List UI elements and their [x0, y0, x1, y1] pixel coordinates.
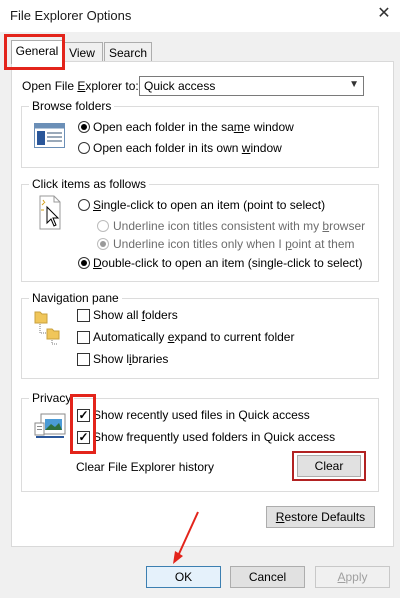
radio-underline-browser[interactable]	[97, 220, 109, 232]
navigation-pane-title: Navigation pane	[29, 291, 122, 305]
show-all-folders-label: Show all folders	[93, 308, 178, 322]
browse-folders-title: Browse folders	[29, 99, 115, 113]
radio-single-click[interactable]	[78, 199, 90, 211]
folder-tree-icon	[34, 310, 66, 346]
title-bar: File Explorer Options ✕	[0, 0, 400, 32]
single-click-label: Single-click to open an item (point to s…	[93, 198, 326, 212]
frequent-folders-label: Show frequently used folders in Quick ac…	[93, 430, 336, 444]
own-window-label: Open each folder in its own window	[93, 141, 282, 155]
window-icon	[33, 122, 66, 149]
pointer-icon	[38, 195, 64, 231]
checkbox-show-libraries[interactable]	[77, 353, 90, 366]
chevron-down-icon: ▼	[349, 79, 359, 90]
highlight-privacy-checkboxes	[70, 394, 96, 454]
browse-folders-group	[21, 106, 379, 168]
radio-same-window[interactable]	[78, 121, 90, 133]
radio-own-window[interactable]	[78, 142, 90, 154]
click-items-title: Click items as follows	[29, 177, 150, 191]
recent-files-icon	[33, 413, 67, 443]
same-window-label: Open each folder in the same window	[93, 120, 294, 134]
clear-history-label: Clear File Explorer history	[76, 460, 215, 474]
restore-defaults-button[interactable]: Restore Defaults	[266, 506, 375, 528]
window-title: File Explorer Options	[10, 8, 132, 23]
underline-browser-label: Underline icon titles consistent with my…	[113, 219, 366, 233]
highlight-clear-button	[292, 451, 366, 481]
privacy-title: Privacy	[29, 391, 75, 405]
radio-underline-point[interactable]	[97, 238, 109, 250]
tab-view-label: View	[69, 46, 95, 60]
checkbox-auto-expand[interactable]	[77, 331, 90, 344]
tab-search-label: Search	[108, 46, 148, 60]
radio-double-click[interactable]	[78, 257, 90, 269]
arrow-annotation-icon	[168, 510, 202, 566]
underline-point-label: Underline icon titles only when I point …	[113, 237, 355, 251]
recent-files-label: Show recently used files in Quick access	[93, 408, 310, 422]
auto-expand-label: Automatically expand to current folder	[93, 330, 295, 344]
show-libraries-label: Show libraries	[93, 352, 169, 366]
checkbox-show-all-folders[interactable]	[77, 309, 90, 322]
close-icon[interactable]: ✕	[374, 4, 394, 24]
highlight-general-tab	[4, 34, 65, 70]
open-explorer-label: Open File Explorer to:	[22, 79, 139, 93]
open-explorer-value: Quick access	[144, 79, 216, 93]
open-explorer-select[interactable]: Quick access ▼	[139, 76, 364, 96]
cancel-button[interactable]: Cancel	[230, 566, 305, 588]
double-click-label: Double-click to open an item (single-cli…	[93, 256, 363, 270]
apply-button[interactable]: Apply	[315, 566, 390, 588]
ok-button[interactable]: OK	[146, 566, 221, 588]
